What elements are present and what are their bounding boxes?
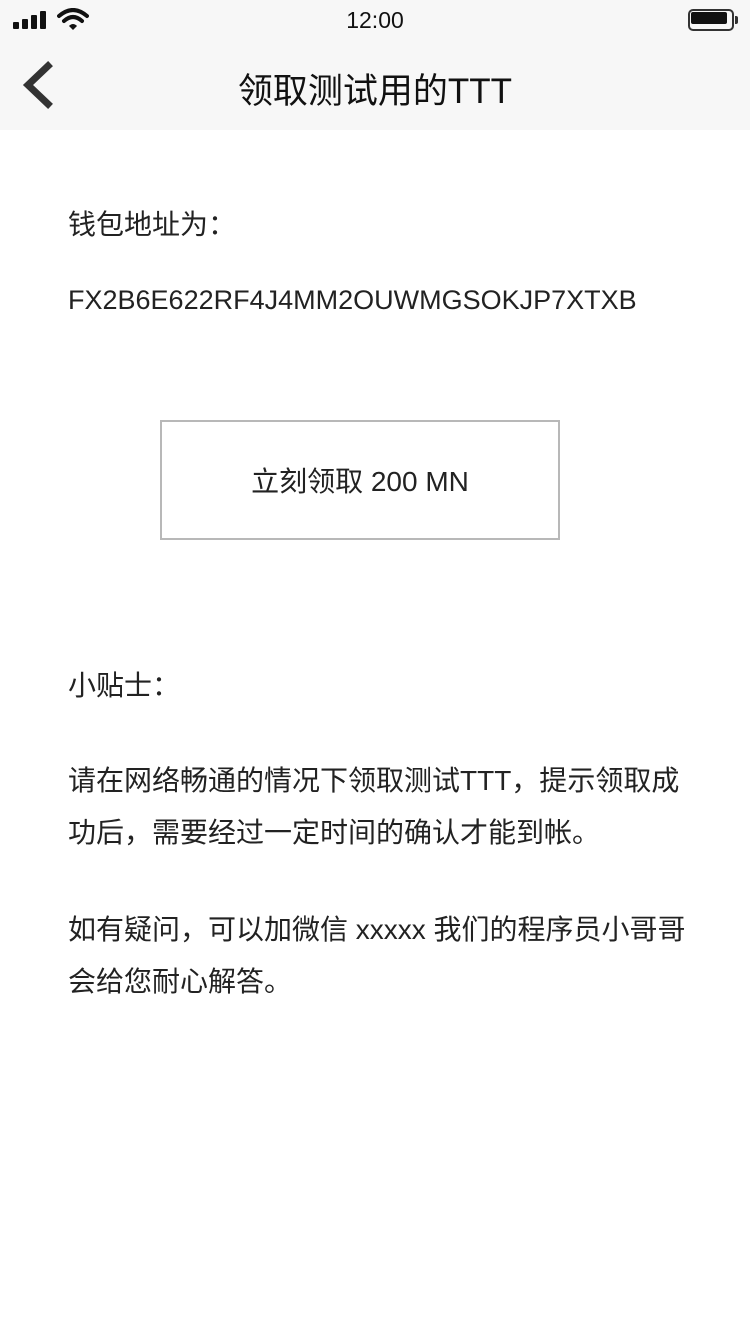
wallet-address-label: 钱包地址为： [68, 209, 237, 240]
tip-paragraph-network: 请在网络畅通的情况下领取测试TTT，提示领取成功后，需要经过一定时间的确认才能到… [68, 765, 680, 848]
tip-paragraph-contact: 如有疑问，可以加微信 xxxxx 我们的程序员小哥哥会给您耐心解答。 [68, 914, 686, 997]
status-time: 12:00 [346, 7, 404, 33]
page-title: 领取测试用的TTT [237, 72, 513, 111]
nav-bar: 领取测试用的TTT [0, 40, 750, 130]
status-bar: 12:00 [0, 0, 750, 40]
battery-icon [688, 9, 738, 31]
wallet-address-value: FX2B6E622RF4J4MM2OUWMGSOKJP7XTXB [68, 285, 637, 315]
claim-button[interactable]: 立刻领取 200 MN [160, 420, 560, 540]
tips-title: 小贴士： [68, 670, 181, 701]
